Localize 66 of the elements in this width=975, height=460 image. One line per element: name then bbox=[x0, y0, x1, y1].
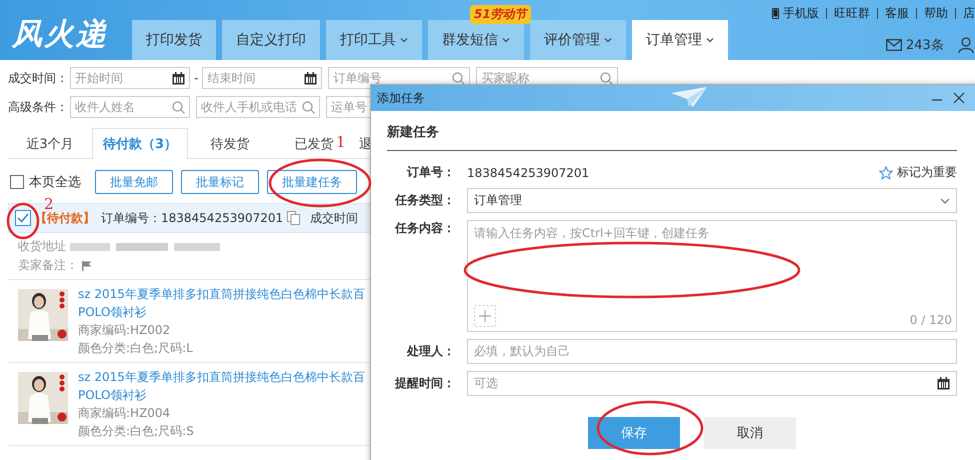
star-icon bbox=[879, 166, 893, 180]
field-label: 任务内容： bbox=[394, 220, 455, 237]
close-icon[interactable] bbox=[953, 92, 965, 104]
nav-tab[interactable]: 群发短信 bbox=[428, 20, 524, 60]
field-label: 处理人： bbox=[406, 343, 455, 360]
annotation-number: 1 bbox=[336, 134, 346, 150]
order-tab[interactable]: 待发货 bbox=[188, 128, 272, 158]
copy-icon[interactable] bbox=[287, 211, 300, 225]
batch-button[interactable]: 批量免邮 bbox=[95, 170, 173, 194]
top-link[interactable]: 手机版 bbox=[783, 5, 819, 22]
cancel-button[interactable]: 取消 bbox=[704, 417, 796, 449]
range-separator: - bbox=[194, 71, 198, 85]
top-link[interactable]: 店 bbox=[963, 5, 975, 22]
merchant-code: 商家编码:HZ004 bbox=[78, 405, 172, 422]
top-link[interactable]: 旺旺群 bbox=[834, 5, 870, 22]
seller-note-label: 卖家备注： bbox=[18, 257, 78, 274]
address-label: 收货地址 bbox=[18, 238, 66, 255]
mark-important-link[interactable]: 标记为重要 bbox=[879, 164, 957, 181]
order-tab[interactable]: 退 bbox=[356, 128, 373, 158]
order-number: 1838454253907201 bbox=[467, 166, 590, 180]
order-status: 【待付款】 bbox=[35, 210, 95, 226]
filter-label: 高级条件： bbox=[8, 98, 64, 116]
nav-tab[interactable]: 打印工具 bbox=[326, 20, 422, 60]
top-link[interactable]: 客服 bbox=[885, 5, 909, 22]
phone-icon bbox=[772, 8, 779, 19]
message-count[interactable]: 243条 bbox=[906, 36, 944, 54]
calendar-icon[interactable] bbox=[172, 72, 185, 84]
task-type-dropdown[interactable]: 订单管理 bbox=[467, 188, 957, 213]
top-link[interactable]: 帮助 bbox=[924, 5, 948, 22]
search-icon[interactable] bbox=[302, 100, 315, 114]
search-icon[interactable] bbox=[452, 72, 466, 84]
checkbox[interactable] bbox=[10, 175, 24, 189]
search-icon[interactable] bbox=[600, 72, 614, 84]
checkbox[interactable] bbox=[15, 210, 31, 226]
nav-tab[interactable]: 评价管理 bbox=[530, 20, 626, 60]
calendar-icon[interactable] bbox=[937, 377, 950, 390]
dialog-title: 添加任务 bbox=[377, 90, 425, 106]
select-all-label[interactable]: 本页全选 bbox=[29, 173, 81, 191]
paper-plane-icon bbox=[671, 87, 707, 109]
order-tab[interactable]: 近3个月 bbox=[8, 128, 92, 158]
product-title[interactable]: sz 2015年夏季单排多扣直筒拼接纯色白色棉中长款百 POLO领衬衫 bbox=[78, 285, 365, 321]
annotation-number: 2 bbox=[44, 196, 54, 212]
product-title[interactable]: sz 2015年夏季单排多扣直筒拼接纯色白色棉中长款百 POLO领衬衫 bbox=[78, 368, 365, 404]
nav-tab[interactable]: 打印发货 bbox=[132, 20, 216, 60]
merchant-code: 商家编码:HZ002 bbox=[78, 322, 172, 339]
annotation-ellipse bbox=[6, 202, 40, 240]
product-variant: 颜色分类:白色;尺码:L bbox=[78, 340, 194, 357]
order-number: 订单编号：1838454253907201 bbox=[101, 210, 284, 226]
mail-icon[interactable] bbox=[886, 39, 902, 51]
nav-tab[interactable]: 订单管理 bbox=[632, 20, 728, 60]
calendar-icon[interactable] bbox=[304, 72, 318, 84]
field-label: 提醒时间： bbox=[394, 375, 455, 392]
field-label: 订单号： bbox=[406, 164, 455, 181]
nav-tab[interactable]: 自定义打印 bbox=[222, 20, 320, 60]
product-variant: 颜色分类:白色;尺码:S bbox=[78, 423, 195, 440]
deal-time-label: 成交时间 bbox=[310, 210, 358, 226]
batch-button[interactable]: 批量建任务 bbox=[267, 170, 357, 194]
dialog-heading: 新建任务 bbox=[387, 124, 440, 141]
field-label: 任务类型： bbox=[394, 192, 455, 209]
filter-label: 成交时间： bbox=[8, 70, 64, 86]
batch-button[interactable]: 批量标记 bbox=[181, 170, 259, 194]
user-icon[interactable] bbox=[958, 37, 974, 53]
chevron-down-icon bbox=[940, 198, 950, 204]
flag-icon[interactable] bbox=[82, 260, 92, 270]
search-icon[interactable] bbox=[172, 100, 185, 114]
order-tab[interactable]: 待付款（3） bbox=[92, 128, 188, 159]
